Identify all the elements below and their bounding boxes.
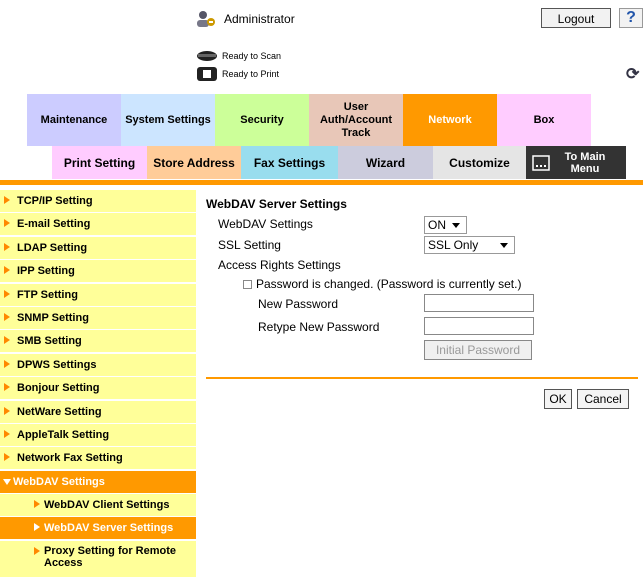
sidebar-item-webdav-client[interactable]: WebDAV Client Settings	[0, 494, 196, 517]
tab-wizard[interactable]: Wizard	[338, 146, 433, 179]
arrow-right-icon	[4, 336, 10, 345]
sidebar: TCP/IP Setting E-mail Setting LDAP Setti…	[0, 190, 196, 578]
print-status: Ready to Print	[196, 65, 279, 83]
sidebar-item-netware[interactable]: NetWare Setting	[0, 400, 196, 423]
retype-password-field[interactable]	[424, 317, 534, 335]
tab-maintenance[interactable]: Maintenance	[27, 94, 121, 146]
to-main-menu-button[interactable]: To Main Menu	[526, 146, 626, 179]
initial-password-button[interactable]: Initial Password	[424, 340, 532, 360]
access-rights-label: Access Rights Settings	[218, 258, 341, 272]
dropdown-arrow-icon	[500, 243, 508, 248]
arrow-right-icon	[34, 546, 40, 555]
tab-system-settings[interactable]: System Settings	[121, 94, 215, 146]
dropdown-arrow-icon	[452, 223, 460, 228]
ssl-setting-label: SSL Setting	[218, 238, 281, 252]
page-title: WebDAV Server Settings	[206, 197, 347, 211]
retype-password-label: Retype New Password	[258, 320, 380, 334]
webdav-settings-label: WebDAV Settings	[218, 217, 313, 231]
tab-security[interactable]: Security	[215, 94, 309, 146]
sidebar-item-smb[interactable]: SMB Setting	[0, 330, 196, 353]
sidebar-item-ipp[interactable]: IPP Setting	[0, 260, 196, 283]
logout-button[interactable]: Logout	[541, 8, 611, 28]
sidebar-item-webdav[interactable]: WebDAV Settings	[0, 470, 196, 493]
tab-fax-settings[interactable]: Fax Settings	[241, 146, 338, 179]
scanner-icon	[197, 51, 217, 61]
tab-box[interactable]: Box	[497, 94, 591, 146]
tab-network[interactable]: Network	[403, 94, 497, 146]
new-password-label: New Password	[258, 297, 339, 311]
arrow-right-icon	[4, 429, 10, 438]
sub-tabs: Print Setting Store Address Fax Settings…	[52, 146, 626, 179]
arrow-right-icon	[34, 500, 40, 509]
ok-button[interactable]: OK	[544, 389, 572, 409]
sidebar-item-dpws[interactable]: DPWS Settings	[0, 353, 196, 376]
refresh-icon[interactable]: ⟳	[626, 64, 643, 83]
sidebar-item-snmp[interactable]: SNMP Setting	[0, 306, 196, 329]
sidebar-item-appletalk[interactable]: AppleTalk Setting	[0, 423, 196, 446]
admin-user-label: Administrator	[224, 12, 295, 26]
password-changed-checkbox[interactable]	[243, 280, 252, 289]
sidebar-item-ldap[interactable]: LDAP Setting	[0, 236, 196, 259]
arrow-right-icon	[4, 242, 10, 251]
tab-user-auth[interactable]: User Auth/Account Track	[309, 94, 403, 146]
arrow-right-icon	[4, 312, 10, 321]
arrow-right-icon	[4, 219, 10, 228]
tab-print-setting[interactable]: Print Setting	[52, 146, 147, 179]
to-main-menu-label: To Main Menu	[564, 150, 606, 175]
arrow-right-icon	[4, 196, 10, 204]
sidebar-item-proxy-remote[interactable]: Proxy Setting for Remote Access	[0, 540, 196, 577]
main-menu-icon	[532, 154, 550, 171]
arrow-right-icon	[4, 289, 10, 298]
sidebar-item-bonjour[interactable]: Bonjour Setting	[0, 377, 196, 400]
new-password-field[interactable]	[424, 294, 534, 312]
sidebar-item-tcpip[interactable]: TCP/IP Setting	[0, 190, 196, 212]
ssl-setting-select[interactable]: SSL Only	[424, 236, 515, 254]
tab-customize[interactable]: Customize	[433, 146, 526, 179]
arrow-right-icon	[4, 359, 10, 368]
tab-store-address[interactable]: Store Address	[147, 146, 241, 179]
arrow-right-icon	[4, 266, 10, 275]
webdav-settings-select[interactable]: ON	[424, 216, 467, 234]
arrow-right-icon	[4, 453, 10, 462]
print-status-label: Ready to Print	[222, 69, 280, 79]
password-changed-label: Password is changed. (Password is curren…	[256, 277, 522, 291]
sidebar-item-webdav-server[interactable]: WebDAV Server Settings	[0, 517, 196, 540]
arrow-right-icon	[4, 383, 10, 392]
arrow-right-icon	[4, 406, 10, 415]
admin-user: Administrator	[196, 8, 295, 30]
scan-status: Ready to Scan	[196, 47, 281, 65]
printer-icon	[197, 67, 217, 81]
sidebar-item-email[interactable]: E-mail Setting	[0, 213, 196, 236]
content-separator	[206, 377, 638, 379]
arrow-down-icon	[3, 478, 11, 485]
sidebar-item-network-fax[interactable]: Network Fax Setting	[0, 447, 196, 470]
cancel-button[interactable]: Cancel	[577, 389, 629, 409]
arrow-right-icon	[34, 523, 40, 532]
tab-underline	[0, 180, 643, 185]
sidebar-item-ftp[interactable]: FTP Setting	[0, 283, 196, 306]
admin-user-icon	[197, 11, 215, 27]
help-button[interactable]: ?	[619, 8, 643, 28]
scan-status-label: Ready to Scan	[222, 51, 282, 61]
main-tabs: Maintenance System Settings Security Use…	[27, 94, 591, 146]
